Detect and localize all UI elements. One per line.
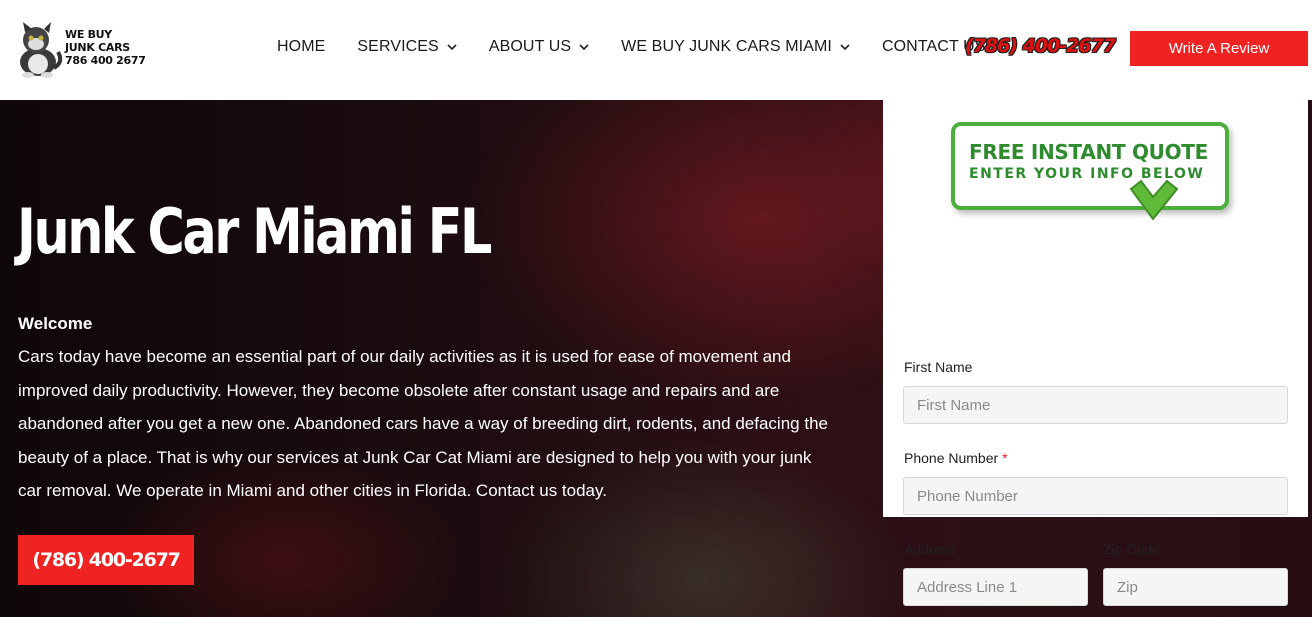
main-nav: HOME SERVICES ABOUT US WE BUY JUNK CARS … — [277, 38, 986, 56]
address-label: Address — [904, 541, 955, 557]
phone-number-label: Phone Number * — [904, 450, 1008, 466]
first-name-input[interactable] — [903, 386, 1288, 424]
quote-badge-box: FREE INSTANT QUOTE ENTER YOUR INFO BELOW — [951, 122, 1229, 210]
header-phone-link[interactable]: (786) 400-2677 — [965, 35, 1116, 57]
site-logo[interactable]: WE BUY JUNK CARS 786 400 2677 — [14, 20, 149, 80]
nav-item-home[interactable]: HOME — [277, 38, 325, 56]
page-title: Junk Car Miami FL — [17, 195, 492, 268]
site-header: WE BUY JUNK CARS 786 400 2677 HOME SERVI… — [0, 0, 1312, 100]
nav-item-about-us[interactable]: ABOUT US — [489, 38, 589, 56]
nav-item-we-buy-junk-cars-miami[interactable]: WE BUY JUNK CARS MIAMI — [621, 38, 850, 56]
checkmark-icon — [1129, 179, 1179, 221]
zip-code-label: Zip Code — [1103, 541, 1160, 557]
first-name-label-text: First Name — [904, 359, 973, 375]
nav-item-label: HOME — [277, 38, 326, 55]
chevron-down-icon — [447, 44, 457, 51]
call-now-button[interactable]: (786) 400-2677 — [18, 535, 194, 585]
nav-item-label: ABOUT US — [488, 38, 572, 55]
free-quote-badge: FREE INSTANT QUOTE ENTER YOUR INFO BELOW — [951, 117, 1236, 229]
phone-number-input[interactable] — [903, 477, 1288, 515]
hero-description: Cars today have become an essential part… — [18, 347, 828, 501]
chevron-down-icon — [579, 44, 589, 51]
required-asterisk: * — [1002, 450, 1008, 466]
logo-line-3: 786 400 2677 — [65, 54, 146, 67]
zip-code-label-text: Zip Code — [1103, 541, 1160, 557]
address-input[interactable] — [903, 568, 1088, 606]
logo-text: WE BUY JUNK CARS 786 400 2677 — [65, 28, 146, 67]
nav-item-label: SERVICES — [357, 38, 439, 55]
quote-badge-title: FREE INSTANT QUOTE — [969, 140, 1208, 164]
address-label-text: Address — [904, 541, 956, 557]
nav-item-services[interactable]: SERVICES — [357, 38, 457, 56]
quote-form-card: FREE INSTANT QUOTE ENTER YOUR INFO BELOW… — [883, 100, 1308, 606]
phone-number-label-text: Phone Number — [904, 450, 999, 466]
logo-line-2: JUNK CARS — [65, 41, 130, 54]
zip-code-input[interactable] — [1103, 568, 1288, 606]
welcome-heading: Welcome — [18, 314, 93, 333]
logo-line-1: WE BUY — [65, 28, 112, 41]
cat-mascot-icon — [20, 22, 63, 78]
first-name-label: First Name — [904, 359, 972, 375]
nav-item-label: WE BUY JUNK CARS MIAMI — [621, 38, 832, 55]
chevron-down-icon — [840, 44, 850, 51]
write-review-button[interactable]: Write A Review — [1130, 31, 1308, 66]
